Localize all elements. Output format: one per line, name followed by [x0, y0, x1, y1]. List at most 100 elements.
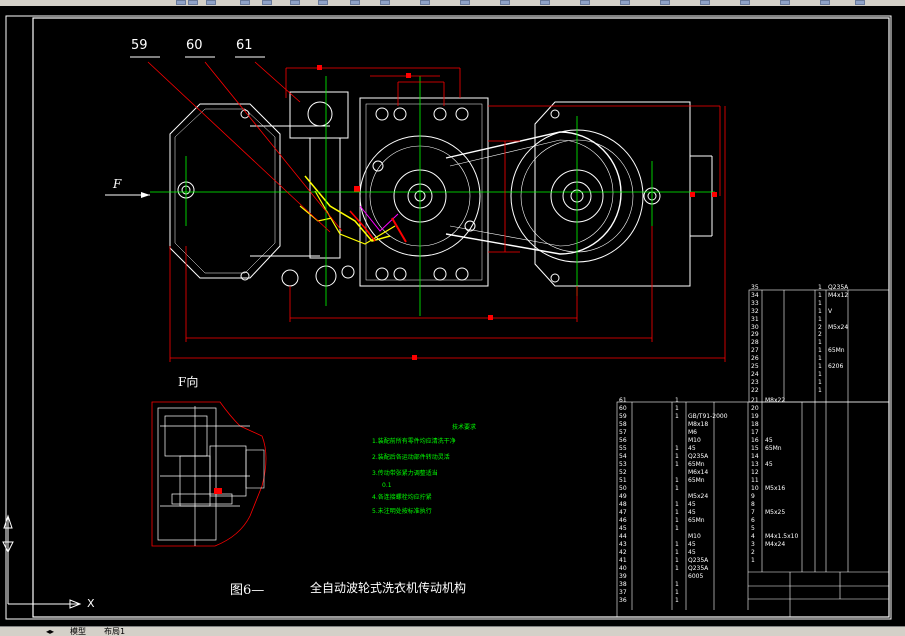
bom-row-number: 3	[751, 541, 755, 548]
toolbar-icon[interactable]	[380, 0, 390, 5]
bom-row-number: 26	[751, 355, 759, 363]
bom-row-number: 34	[751, 291, 759, 299]
bom-row-number: 28	[751, 339, 759, 347]
bom-row-number: 48	[619, 501, 627, 508]
bom-row-number: 57	[619, 429, 627, 436]
toolbar-icon[interactable]	[262, 0, 272, 5]
bom-row-qty: 1	[675, 541, 679, 548]
toolbar-icon[interactable]	[540, 0, 550, 5]
bom-row-qty: 1	[675, 445, 679, 452]
toolbar-icon[interactable]	[620, 0, 630, 5]
bom-row-spec: 45	[765, 461, 773, 468]
toolbar-icon[interactable]	[176, 0, 186, 5]
bom-row-number: 27	[751, 347, 759, 355]
bom-row-qty: 1	[675, 549, 679, 556]
bom-row-number: 35	[751, 284, 759, 291]
bom-row-number: 7	[751, 509, 755, 516]
toolbar-icon[interactable]	[240, 0, 250, 5]
toolbar-icon[interactable]	[188, 0, 198, 5]
toolbar-icon[interactable]	[700, 0, 710, 5]
toolbar-icon[interactable]	[290, 0, 300, 5]
bom-row-number: 16	[751, 437, 759, 444]
bom-row-number: 33	[751, 299, 759, 307]
bom-row-spec: 65Mn	[765, 445, 782, 452]
toolbar-icon[interactable]	[500, 0, 510, 5]
bom-row-number: 21	[751, 397, 759, 404]
bom-row-number: 20	[751, 405, 759, 412]
bom-row-qty: 1	[675, 413, 679, 420]
bom-row-spec: M4x24	[765, 541, 786, 548]
bom-row-spec: 45	[688, 541, 696, 548]
drawing-canvas[interactable]: 59 60 61 F F向 图6— 全自动波轮式洗衣机传动机构 技术要求 1.装…	[0, 6, 905, 628]
toolbar-icon[interactable]	[660, 0, 670, 5]
bom-row-qty: 1	[675, 397, 679, 404]
bom-row-qty: 2	[818, 323, 822, 331]
bom-row-number: 9	[751, 493, 755, 500]
toolbar-icon[interactable]	[580, 0, 590, 5]
bom-row-qty: 1	[818, 363, 822, 370]
toolbar-icon[interactable]	[318, 0, 328, 5]
bom-row-number: 36	[619, 597, 627, 604]
bom-row-spec: 45	[688, 509, 696, 516]
bom-row-spec: 65Mn	[688, 477, 705, 484]
toolbar-icon[interactable]	[350, 0, 360, 5]
view-label: F向	[178, 375, 199, 389]
bom-row-number: 11	[751, 477, 759, 484]
bom-row-spec: M5x24	[688, 493, 709, 500]
bom-row-spec: 65Mn	[688, 517, 705, 524]
bom-row-number: 37	[619, 589, 627, 596]
bom-row-number: 54	[619, 453, 627, 460]
bom-row-number: 13	[751, 461, 759, 468]
bom-row-number: 5	[751, 525, 755, 532]
bom-row-number: 58	[619, 421, 627, 428]
toolbar-icon[interactable]	[855, 0, 865, 5]
ucs-x-label: X	[87, 597, 95, 610]
bom-row-number: 41	[619, 557, 627, 564]
bom-row-spec: M5x24	[828, 323, 849, 331]
bom-row-qty: 1	[675, 461, 679, 468]
bom-row-number: 18	[751, 421, 759, 428]
balloon-59: 59	[131, 38, 148, 53]
bom-row-number: 6	[751, 517, 755, 524]
bom-row-qty: 2	[818, 331, 822, 339]
bom-row-spec: Q235A	[688, 565, 709, 572]
bom-row-number: 59	[619, 413, 627, 420]
bom-row-spec: M6x14	[688, 469, 709, 476]
bom-row-number: 42	[619, 549, 627, 556]
toolbar-icon[interactable]	[780, 0, 790, 5]
bom-row-qty: 1	[675, 453, 679, 460]
bom-row-spec: GB/T91-2000	[688, 413, 728, 420]
bom-row-number: 24	[751, 370, 759, 378]
bom-row-spec: M4x12	[828, 291, 849, 299]
bom-row-qty: 1	[818, 307, 822, 315]
bom-row-spec: 45	[688, 501, 696, 508]
toolbar-icon[interactable]	[460, 0, 470, 5]
bom-row-spec: 65Mn	[828, 347, 845, 355]
bom-row-number: 53	[619, 461, 627, 468]
toolbar-icon[interactable]	[820, 0, 830, 5]
bom-row-number: 22	[751, 386, 759, 394]
figure-number: 图6—	[230, 583, 265, 598]
tech-item: 4.各连接螺栓均应拧紧	[372, 494, 432, 501]
bom-row-number: 55	[619, 445, 627, 452]
bom-row-qty: 1	[675, 517, 679, 524]
bom-row-number: 19	[751, 413, 759, 420]
toolbar-icon[interactable]	[740, 0, 750, 5]
bom-row-spec: M10	[688, 437, 701, 444]
toolbar-icon[interactable]	[206, 0, 216, 5]
bom-row-spec: M10	[688, 533, 701, 540]
toolbar-icon[interactable]	[420, 0, 430, 5]
bom-row-spec: Q235A	[688, 557, 709, 564]
bom-row-number: 38	[619, 581, 627, 588]
bom-row-qty: 1	[675, 405, 679, 412]
bom-row-number: 30	[751, 323, 759, 331]
bom-row-spec: 45	[688, 549, 696, 556]
balloon-61: 61	[236, 38, 253, 53]
tech-item: 5.未注明处按标准执行	[372, 508, 432, 515]
bom-row-qty: 1	[818, 386, 822, 394]
force-label: F	[113, 177, 122, 191]
bom-row-qty: 1	[818, 291, 822, 299]
bom-row-number: 61	[619, 397, 627, 404]
bom-row-spec: 45	[688, 445, 696, 452]
bom-row-number: 47	[619, 509, 627, 516]
